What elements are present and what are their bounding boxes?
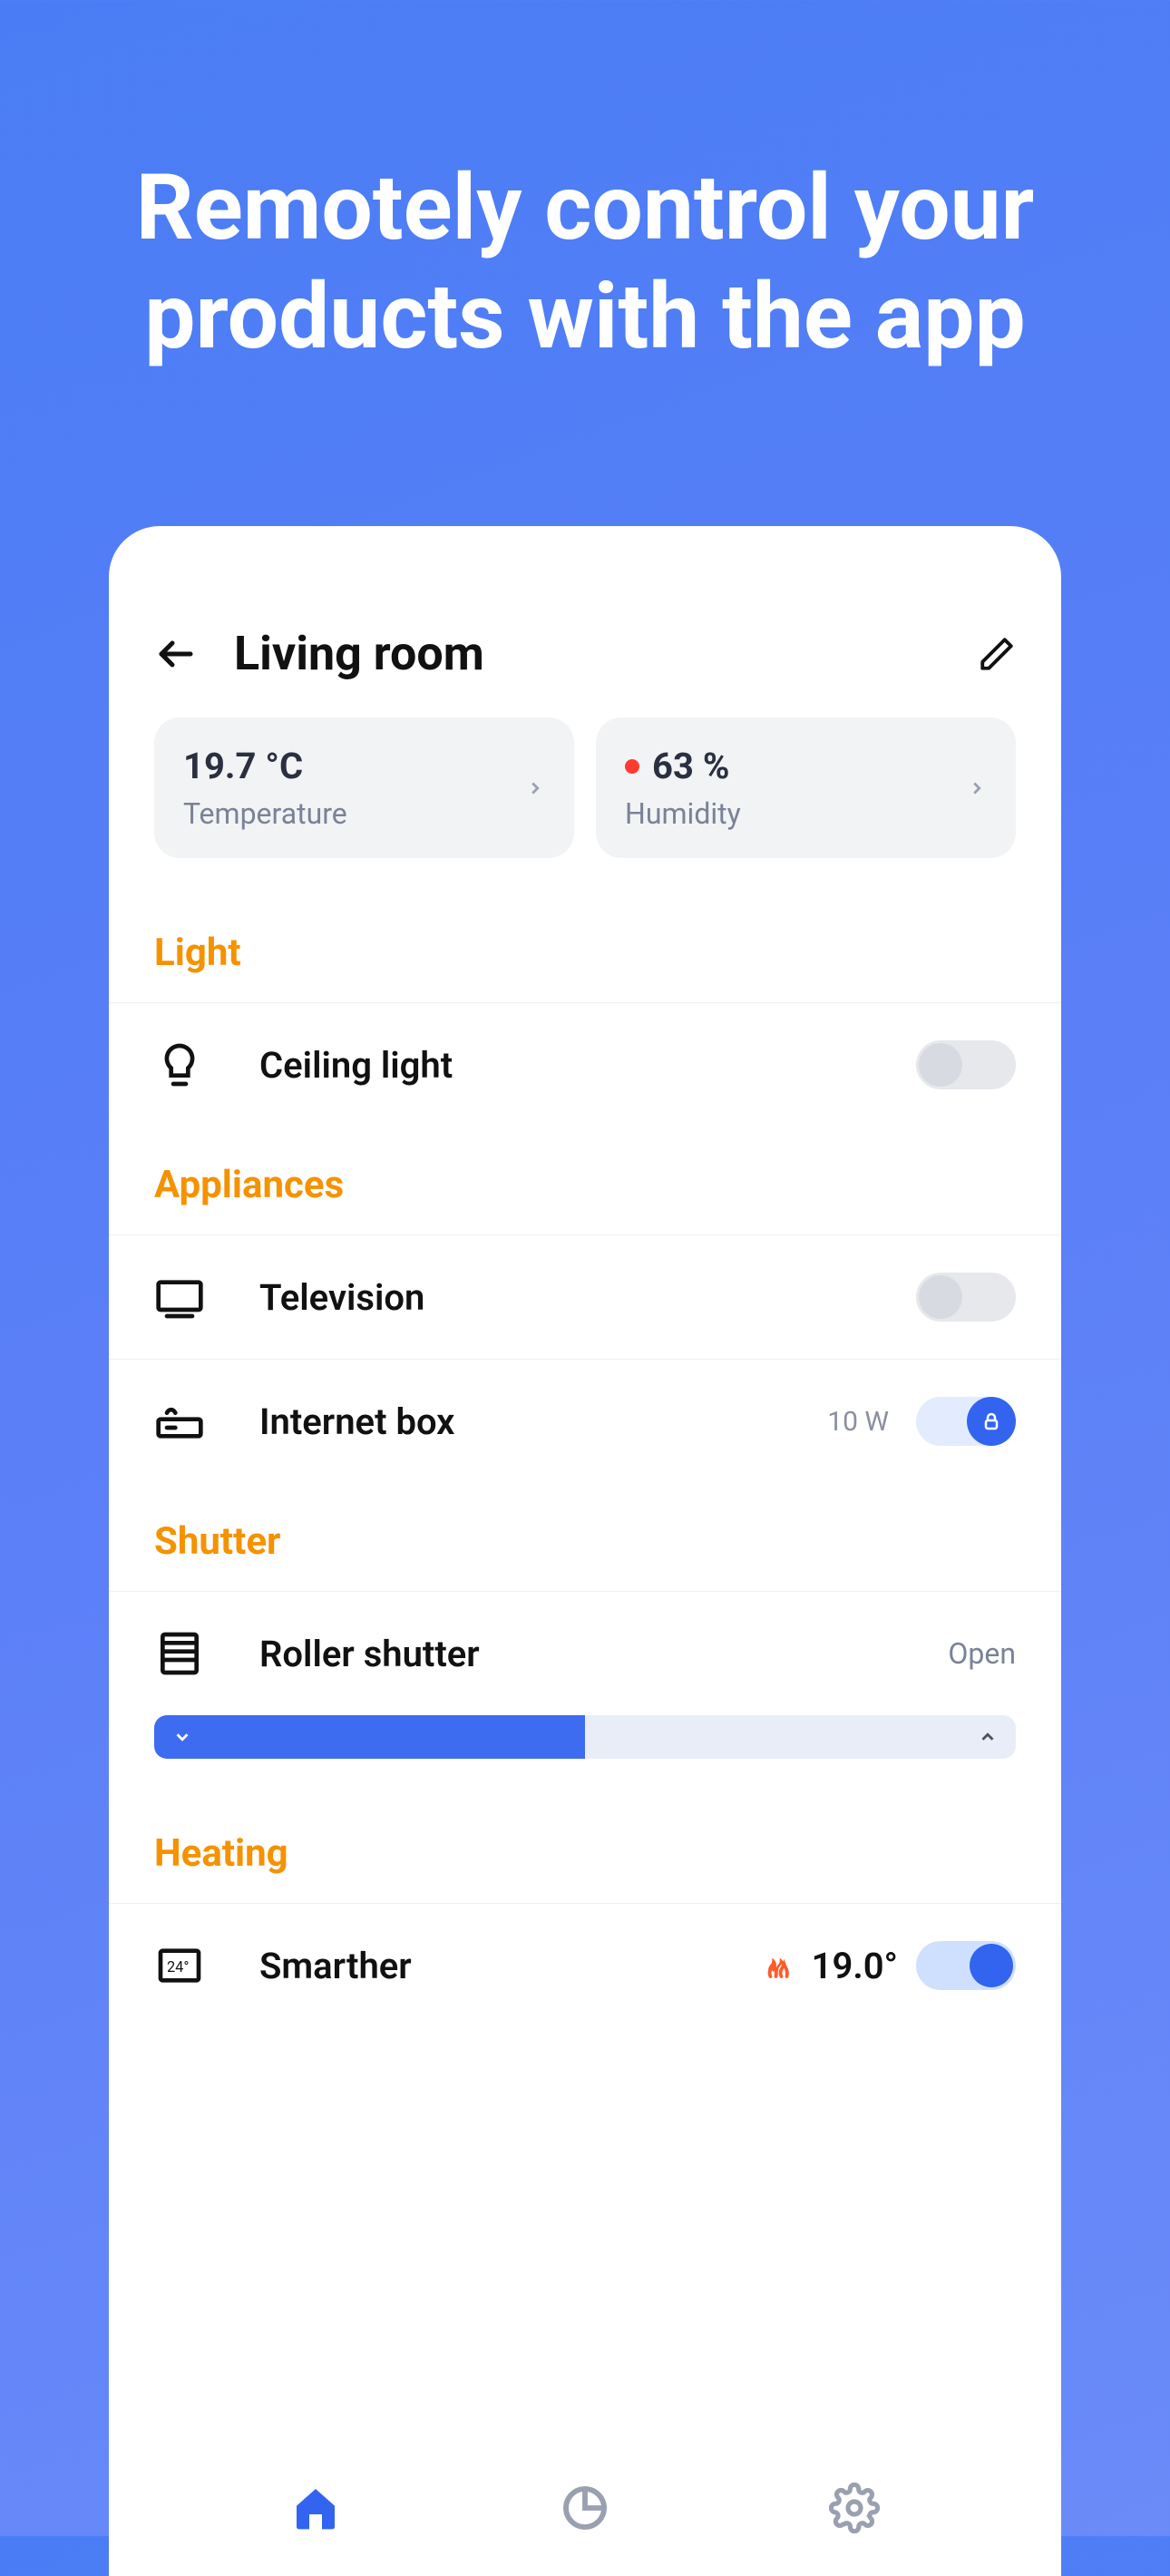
tv-icon (154, 1272, 205, 1322)
app-screen: Living room 19.7 °C Temperature 63 % Hum… (109, 526, 1061, 2576)
device-label: Ceiling light (259, 1044, 916, 1087)
chevron-down-icon (172, 1727, 192, 1747)
humidity-label: Humidity (625, 796, 967, 831)
section-title-heating: Heating (109, 1795, 1061, 1903)
device-label: Television (259, 1276, 916, 1319)
thermostat-icon: 24° (154, 1940, 205, 1991)
humidity-card[interactable]: 63 % Humidity (596, 717, 1016, 858)
toggle-ceiling-light[interactable] (916, 1040, 1016, 1089)
toggle-internet-box-locked[interactable] (916, 1397, 1016, 1446)
shutter-slider[interactable] (154, 1715, 1016, 1759)
svg-text:24°: 24° (167, 1958, 189, 1976)
lock-icon (967, 1397, 1016, 1446)
section-title-appliances: Appliances (109, 1127, 1061, 1234)
toggle-knob (970, 1944, 1013, 1987)
humidity-value: 63 % (625, 745, 967, 787)
flame-icon (761, 1949, 794, 1982)
device-row-internet-box[interactable]: Internet box 10 W (109, 1359, 1061, 1483)
shutter-icon (154, 1628, 205, 1679)
shutter-status: Open (948, 1636, 1016, 1671)
alert-dot-icon (625, 759, 639, 774)
thermostat-temp: 19.0° (812, 1945, 898, 1987)
tab-home-icon[interactable] (290, 2483, 341, 2533)
temperature-label: Temperature (183, 796, 525, 831)
device-row-television[interactable]: Television (109, 1234, 1061, 1359)
toggle-television[interactable] (916, 1273, 1016, 1322)
temperature-value: 19.7 °C (183, 745, 525, 787)
edit-pencil-icon[interactable] (978, 635, 1016, 673)
header: Living room (109, 581, 1061, 717)
tab-bar (109, 2440, 1061, 2576)
tab-stats-icon[interactable] (560, 2483, 610, 2533)
device-label: Internet box (259, 1400, 827, 1443)
shutter-slider-wrap (109, 1715, 1061, 1795)
device-row-roller-shutter[interactable]: Roller shutter Open (109, 1591, 1061, 1715)
chevron-up-icon (978, 1727, 998, 1747)
shutter-slider-fill (154, 1715, 585, 1759)
temperature-card[interactable]: 19.7 °C Temperature (154, 717, 574, 858)
device-label: Smarther (259, 1945, 761, 1987)
toggle-knob (919, 1275, 962, 1319)
toggle-knob (919, 1043, 962, 1087)
section-title-shutter: Shutter (109, 1483, 1061, 1591)
bulb-icon (154, 1039, 205, 1090)
room-title: Living room (234, 626, 978, 681)
chevron-right-icon (967, 778, 987, 798)
chevron-right-icon (525, 778, 545, 798)
sensor-cards: 19.7 °C Temperature 63 % Humidity (109, 717, 1061, 894)
section-title-light: Light (109, 894, 1061, 1002)
toggle-smarther[interactable] (916, 1941, 1016, 1990)
back-arrow-icon[interactable] (154, 632, 198, 676)
power-value: 10 W (827, 1406, 889, 1438)
device-label: Roller shutter (259, 1633, 948, 1675)
router-icon (154, 1396, 205, 1447)
device-row-ceiling-light[interactable]: Ceiling light (109, 1002, 1061, 1127)
marketing-headline: Remotely control your products with the … (0, 0, 1170, 372)
tab-settings-icon[interactable] (829, 2483, 880, 2533)
device-row-smarther[interactable]: 24° Smarther 19.0° (109, 1903, 1061, 2027)
